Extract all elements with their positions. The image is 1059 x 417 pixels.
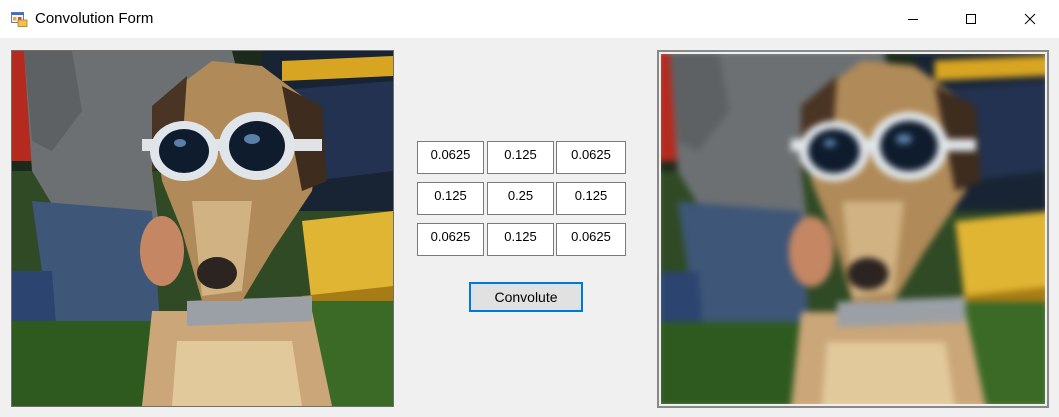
maximize-icon xyxy=(966,14,976,24)
source-image-box xyxy=(11,50,394,407)
kernel-cell-r2-c1[interactable]: 0.125 xyxy=(487,223,554,256)
convolute-button[interactable]: Convolute xyxy=(469,282,583,312)
minimize-icon xyxy=(908,19,918,20)
kernel-cell-r0-c0[interactable]: 0.0625 xyxy=(417,141,484,174)
title-bar[interactable]: Convolution Form xyxy=(0,0,1059,38)
result-image-box xyxy=(657,50,1049,408)
kernel-cell-r2-c2[interactable]: 0.0625 xyxy=(556,223,626,256)
kernel-cell-r2-c0[interactable]: 0.0625 xyxy=(417,223,484,256)
kernel-cell-r0-c1[interactable]: 0.125 xyxy=(487,141,554,174)
app-form-icon xyxy=(11,12,28,27)
minimize-button[interactable] xyxy=(884,0,942,38)
kernel-cell-r1-c1[interactable]: 0.25 xyxy=(487,182,554,215)
kernel-cell-r1-c0[interactable]: 0.125 xyxy=(417,182,484,215)
dog-photo-original xyxy=(12,51,393,406)
maximize-button[interactable] xyxy=(942,0,1000,38)
kernel-cell-r1-c2[interactable]: 0.125 xyxy=(556,182,626,215)
close-icon xyxy=(1024,13,1036,25)
form-client-area: 0.0625 0.125 0.0625 0.125 0.25 0.125 0.0… xyxy=(0,38,1059,417)
kernel-cell-r0-c2[interactable]: 0.0625 xyxy=(556,141,626,174)
window-title: Convolution Form xyxy=(35,10,154,27)
close-button[interactable] xyxy=(1001,0,1059,38)
dog-photo-convolved xyxy=(661,54,1045,404)
